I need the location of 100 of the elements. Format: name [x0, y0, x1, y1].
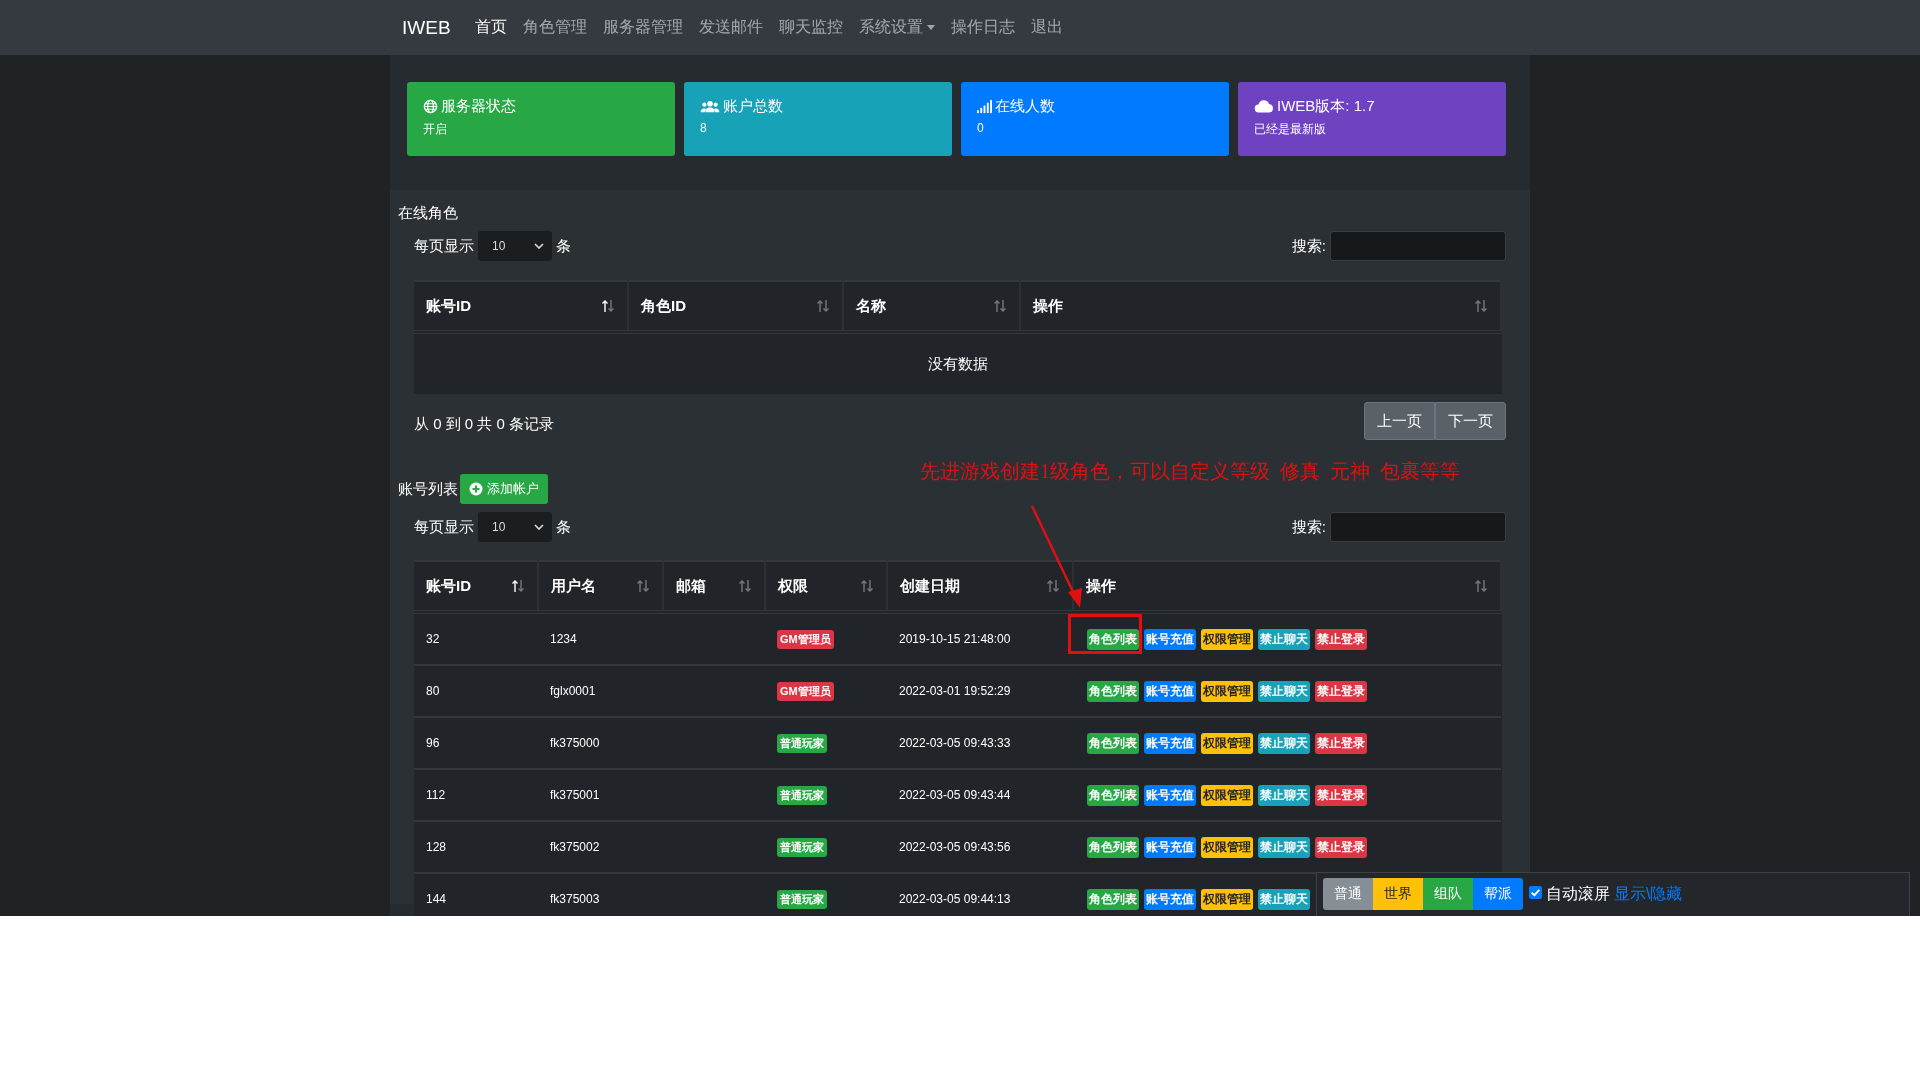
action-badge[interactable]: 角色列表 — [1087, 732, 1139, 754]
action-badge[interactable]: 权限管理 — [1201, 628, 1253, 650]
signal-icon — [977, 99, 992, 114]
table-cell: fk375000 — [550, 736, 600, 750]
column-header[interactable]: 创建日期 — [887, 561, 1073, 612]
action-badge[interactable]: 权限管理 — [1201, 680, 1253, 702]
pagination-button[interactable]: 下一页 — [1435, 402, 1506, 440]
role-badge: 普通玩家 — [777, 785, 827, 805]
action-badge[interactable]: 禁止聊天 — [1258, 784, 1310, 806]
table-cell: 128 — [426, 840, 447, 854]
section-title: 在线角色 — [398, 204, 459, 223]
table-cell: fk375003 — [550, 892, 600, 906]
table-cell: 2022-03-05 09:44:13 — [899, 892, 1011, 906]
nav-link[interactable]: 首页 — [474, 17, 507, 38]
action-badge[interactable]: 账号充值 — [1144, 888, 1196, 910]
action-badge[interactable]: 权限管理 — [1201, 836, 1253, 858]
channel-button[interactable]: 组队 — [1423, 878, 1473, 910]
table-cell: 2022-03-01 19:52:29 — [899, 684, 1011, 698]
nav-link[interactable]: 退出 — [1030, 17, 1063, 38]
table-cell: fk375001 — [550, 788, 600, 802]
action-badge[interactable]: 角色列表 — [1087, 628, 1139, 650]
action-badge[interactable]: 权限管理 — [1201, 784, 1253, 806]
section-title: 账号列表 — [398, 479, 458, 499]
action-badge[interactable]: 账号充值 — [1144, 732, 1196, 754]
toggle-link[interactable]: 显示\隐藏 — [1614, 884, 1683, 905]
chevron-icon — [534, 524, 544, 530]
table-cell: 80 — [426, 684, 440, 698]
channel-button[interactable]: 世界 — [1373, 878, 1423, 910]
search-field[interactable] — [1330, 512, 1506, 542]
page-size-select[interactable]: 10 — [478, 231, 552, 261]
card-title: 服务器状态 — [441, 97, 516, 116]
channel-button[interactable]: 普通 — [1323, 878, 1373, 910]
page-size-unit: 条 — [556, 517, 571, 537]
action-badge[interactable]: 禁止登录 — [1315, 628, 1367, 650]
globe-icon — [423, 99, 438, 114]
table-cell: fglx0001 — [550, 684, 596, 698]
action-badge[interactable]: 禁止登录 — [1315, 784, 1367, 806]
column-header[interactable]: 账号ID — [414, 281, 628, 332]
channel-button[interactable]: 帮派 — [1473, 878, 1523, 910]
card-title: 在线人数 — [995, 97, 1055, 116]
action-badge[interactable]: 角色列表 — [1087, 888, 1139, 910]
page-size-label: 每页显示 — [414, 236, 474, 256]
action-badge[interactable]: 账号充值 — [1144, 628, 1196, 650]
cloud-icon — [1254, 99, 1274, 114]
action-badge[interactable]: 角色列表 — [1087, 784, 1139, 806]
action-badge[interactable]: 禁止聊天 — [1258, 836, 1310, 858]
action-badge[interactable]: 角色列表 — [1087, 680, 1139, 702]
search-field[interactable] — [1330, 231, 1506, 261]
column-header[interactable]: 操作 — [1073, 561, 1501, 612]
column-header[interactable]: 邮箱 — [663, 561, 765, 612]
action-badge[interactable]: 账号充值 — [1144, 784, 1196, 806]
plus-circle-icon — [469, 482, 483, 496]
column-header[interactable]: 角色ID — [628, 281, 843, 332]
role-badge: 普通玩家 — [777, 889, 827, 909]
card-value: 0 — [977, 121, 985, 135]
action-badge[interactable]: 禁止登录 — [1315, 836, 1367, 858]
role-badge: GM管理员 — [777, 681, 834, 701]
action-badge[interactable]: 权限管理 — [1201, 732, 1253, 754]
action-badge[interactable]: 禁止聊天 — [1258, 888, 1310, 910]
column-header[interactable]: 用户名 — [538, 561, 663, 612]
action-badge[interactable]: 禁止聊天 — [1258, 628, 1310, 650]
card-value: 8 — [700, 121, 708, 135]
annotation-text: 先进游戏创建1级角色，可以自定义等级 修真 元神 包裹等等 — [920, 459, 1460, 484]
column-header[interactable]: 账号ID — [414, 561, 538, 612]
page-size-select[interactable]: 10 — [478, 512, 552, 542]
empty-message: 没有数据 — [414, 332, 1501, 394]
checkbox-label: 自动滚屏 — [1546, 884, 1610, 904]
action-badge[interactable]: 账号充值 — [1144, 836, 1196, 858]
action-badge[interactable]: 禁止聊天 — [1258, 732, 1310, 754]
column-header[interactable]: 操作 — [1020, 281, 1501, 332]
action-badge[interactable]: 账号充值 — [1144, 680, 1196, 702]
add-account-button[interactable]: 添加帐户 — [460, 474, 548, 504]
nav-link[interactable]: 服务器管理 — [602, 17, 683, 38]
role-badge: GM管理员 — [777, 629, 834, 649]
card-value: 已经是最新版 — [1254, 121, 1327, 138]
column-header[interactable]: 权限 — [765, 561, 887, 612]
action-badge[interactable]: 角色列表 — [1087, 836, 1139, 858]
nav-link[interactable]: 发送邮件 — [698, 17, 763, 38]
table-info: 从 0 到 0 共 0 条记录 — [414, 413, 555, 434]
card-value: 开启 — [423, 121, 448, 138]
column-header[interactable]: 名称 — [843, 281, 1020, 332]
checkbox[interactable] — [1529, 886, 1542, 899]
brand-link[interactable]: IWEB — [402, 16, 451, 39]
action-badge[interactable]: 权限管理 — [1201, 888, 1253, 910]
table-cell: fk375002 — [550, 840, 600, 854]
role-badge: 普通玩家 — [777, 733, 827, 753]
action-badge[interactable]: 禁止聊天 — [1258, 680, 1310, 702]
page-size-label: 每页显示 — [414, 517, 474, 537]
card-title: IWEB版本: 1.7 — [1277, 97, 1375, 116]
pagination-button[interactable]: 上一页 — [1364, 402, 1435, 440]
action-badge[interactable]: 禁止登录 — [1315, 680, 1367, 702]
role-badge: 普通玩家 — [777, 837, 827, 857]
table-cell: 2022-03-05 09:43:33 — [899, 736, 1011, 750]
table-cell: 1234 — [550, 632, 577, 646]
nav-link[interactable]: 操作日志 — [950, 17, 1015, 38]
action-badge[interactable]: 禁止登录 — [1315, 732, 1367, 754]
nav-link[interactable]: 聊天监控 — [778, 17, 843, 38]
nav-link[interactable]: 角色管理 — [522, 17, 587, 38]
nav-link[interactable]: 系统设置 — [858, 17, 935, 38]
table-cell: 2019-10-15 21:48:00 — [899, 632, 1011, 646]
